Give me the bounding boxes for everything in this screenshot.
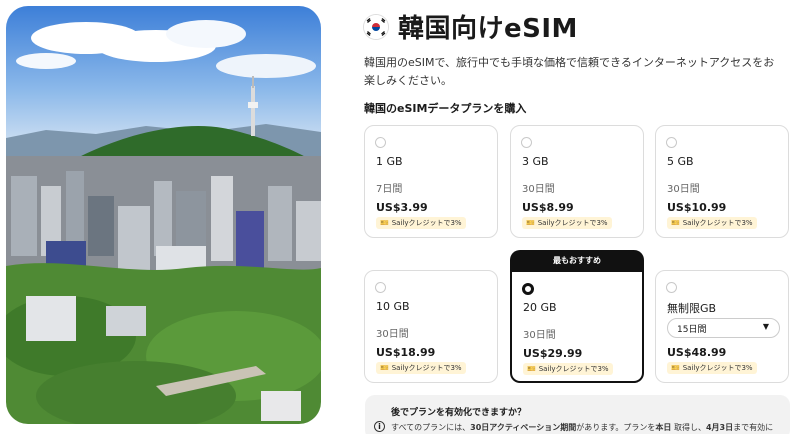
plan-data-amount: 無制限GB xyxy=(667,302,717,315)
plan-data-amount: 5 GB xyxy=(667,155,694,168)
credit-badge: 🎫 Sailyクレジットで3% xyxy=(667,362,757,374)
plan-card-5gb[interactable]: 5 GB 30日間 US$10.99 🎫 Sailyクレジットで3% xyxy=(655,125,789,238)
duration-select[interactable]: 15日間 ▼ xyxy=(667,318,780,338)
plan-radio[interactable] xyxy=(375,137,386,148)
ticket-icon: 🎫 xyxy=(380,364,389,372)
plan-card-3gb[interactable]: 3 GB 30日間 US$8.99 🎫 Sailyクレジットで3% xyxy=(510,125,644,238)
plan-card-unlimited[interactable]: 無制限GB 15日間 ▼ US$48.99 🎫 Sailyクレジットで3% xyxy=(655,270,789,383)
chevron-down-icon: ▼ xyxy=(762,322,769,331)
faq-answer-part: すべてのプランには、 xyxy=(391,423,471,432)
credit-label: Sailyクレジットで3% xyxy=(391,364,462,372)
plan-card-1gb[interactable]: 1 GB 7日間 US$3.99 🎫 Sailyクレジットで3% xyxy=(364,125,498,238)
faq-answer-part: まで有効に xyxy=(733,423,774,432)
ticket-icon: 🎫 xyxy=(526,219,535,227)
title-row: 韓国向けeSIM xyxy=(364,8,578,45)
korea-flag-icon xyxy=(364,14,388,39)
faq-answer: すべてのプランには、30日アクティベーション期間があります。プランを本日 取得し… xyxy=(391,422,773,433)
plan-data-amount: 1 GB xyxy=(376,155,403,168)
plan-radio[interactable] xyxy=(375,282,386,293)
plan-price: US$3.99 xyxy=(376,201,428,214)
faq-answer-bold: 本日 xyxy=(655,423,672,432)
recommended-badge: 最もおすすめ xyxy=(510,250,644,271)
section-heading: 韓国のeSIMデータプランを購入 xyxy=(364,102,527,115)
credit-badge: 🎫 Sailyクレジットで3% xyxy=(376,362,466,374)
credit-label: Sailyクレジットで3% xyxy=(537,219,608,227)
faq-answer-part: 取得し、 xyxy=(671,423,706,432)
info-icon: i xyxy=(374,421,385,432)
ticket-icon: 🎫 xyxy=(671,364,680,372)
activation-faq: 後でプランを有効化できますか？ i すべてのプランには、30日アクティベーション… xyxy=(365,395,790,434)
plan-card-20gb[interactable]: 20 GB 30日間 US$29.99 🎫 Sailyクレジットで3% xyxy=(510,270,644,383)
plan-radio-selected[interactable] xyxy=(522,283,534,295)
plan-data-amount: 20 GB xyxy=(523,301,557,314)
page-title: 韓国向けeSIM xyxy=(398,14,578,44)
credit-badge: 🎫 Sailyクレジットで3% xyxy=(523,363,613,375)
plan-data-amount: 3 GB xyxy=(522,155,549,168)
faq-answer-bold: 30日アクティベーション期間 xyxy=(470,423,577,432)
faq-question: 後でプランを有効化できますか？ xyxy=(391,408,527,418)
plan-card-10gb[interactable]: 10 GB 30日間 US$18.99 🎫 Sailyクレジットで3% xyxy=(364,270,498,383)
faq-answer-bold: 4月3日 xyxy=(705,423,734,432)
plan-duration: 30日間 xyxy=(376,329,409,340)
credit-label: Sailyクレジットで3% xyxy=(538,365,609,373)
plan-data-amount: 10 GB xyxy=(376,300,410,313)
credit-label: Sailyクレジットで3% xyxy=(682,219,753,227)
ticket-icon: 🎫 xyxy=(527,365,536,373)
credit-label: Sailyクレジットで3% xyxy=(391,219,462,227)
plan-duration: 30日間 xyxy=(523,330,556,341)
plan-price: US$29.99 xyxy=(523,347,583,360)
plan-price: US$48.99 xyxy=(667,346,727,359)
plan-price: US$18.99 xyxy=(376,346,436,359)
faq-answer-part: があります。プランを xyxy=(576,423,656,432)
page-description: 韓国用のeSIMで、旅行中でも手頃な価格で信頼できるインターネットアクセスをお楽… xyxy=(364,56,775,87)
plan-radio[interactable] xyxy=(666,282,677,293)
plan-price: US$8.99 xyxy=(522,201,574,214)
credit-label: Sailyクレジットで3% xyxy=(682,364,753,372)
plan-price: US$10.99 xyxy=(667,201,727,214)
credit-badge: 🎫 Sailyクレジットで3% xyxy=(376,217,466,229)
duration-select-value: 15日間 xyxy=(677,324,707,335)
credit-badge: 🎫 Sailyクレジットで3% xyxy=(522,217,612,229)
credit-badge: 🎫 Sailyクレジットで3% xyxy=(667,217,757,229)
plan-radio[interactable] xyxy=(521,137,532,148)
plan-duration: 7日間 xyxy=(376,184,403,195)
plan-duration: 30日間 xyxy=(667,184,700,195)
ticket-icon: 🎫 xyxy=(671,219,680,227)
seoul-hero-image xyxy=(6,6,321,424)
plan-duration: 30日間 xyxy=(522,184,555,195)
plan-radio[interactable] xyxy=(666,137,677,148)
ticket-icon: 🎫 xyxy=(380,219,389,227)
